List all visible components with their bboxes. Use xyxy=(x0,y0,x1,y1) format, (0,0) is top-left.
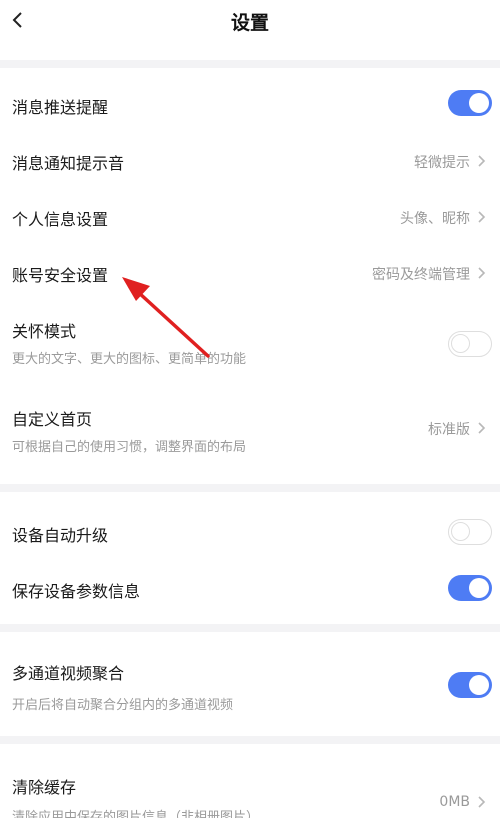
push-alert-label: 消息推送提醒 xyxy=(12,98,109,117)
clear-cache-row[interactable]: 清除缓存 清除应用中保存的图片信息（非相册图片） 0MB xyxy=(0,744,500,818)
custom-home-row[interactable]: 自定义首页 可根据自己的使用习惯，调整界面的布局 标准版 xyxy=(0,380,500,470)
personal-info-label: 个人信息设置 xyxy=(12,210,109,229)
account-security-value: 密码及终端管理 xyxy=(372,267,470,283)
notify-sound-value: 轻微提示 xyxy=(414,155,470,171)
care-mode-toggle[interactable] xyxy=(448,331,492,357)
settings-section-video: 多通道视频聚合 开启后将自动聚合分组内的多通道视频 xyxy=(0,632,500,736)
page-title: 设置 xyxy=(230,12,269,34)
chevron-right-icon xyxy=(478,796,486,808)
settings-section-storage: 清除缓存 清除应用中保存的图片信息（非相册图片） 0MB xyxy=(0,744,500,818)
custom-home-desc: 可根据自己的使用习惯，调整界面的布局 xyxy=(12,440,247,455)
clear-cache-desc: 清除应用中保存的图片信息（非相册图片） xyxy=(12,810,260,818)
settings-section-device: 设备自动升级 保存设备参数信息 xyxy=(0,492,500,624)
auto-upgrade-toggle[interactable] xyxy=(448,519,492,545)
chevron-right-icon xyxy=(478,422,486,434)
chevron-right-icon xyxy=(478,267,486,279)
multi-channel-desc: 开启后将自动聚合分组内的多通道视频 xyxy=(12,698,234,713)
push-alert-row: 消息推送提醒 xyxy=(0,68,500,124)
settings-section-general: 消息推送提醒 消息通知提示音 轻微提示 个人信息设置 头像、昵称 账号安全设置 … xyxy=(0,68,500,484)
chevron-right-icon xyxy=(478,211,486,223)
custom-home-label: 自定义首页 xyxy=(12,410,93,429)
care-mode-row: 关怀模式 更大的文字、更大的图标、更简单的功能 xyxy=(0,292,500,380)
care-mode-label: 关怀模式 xyxy=(12,322,77,341)
multi-channel-label: 多通道视频聚合 xyxy=(12,664,125,683)
account-security-label: 账号安全设置 xyxy=(12,266,109,285)
notify-sound-label: 消息通知提示音 xyxy=(12,154,125,173)
custom-home-value: 标准版 xyxy=(428,422,470,438)
multi-channel-toggle[interactable] xyxy=(448,672,492,698)
personal-info-value: 头像、昵称 xyxy=(400,211,470,227)
auto-upgrade-row: 设备自动升级 xyxy=(0,492,500,548)
save-params-label: 保存设备参数信息 xyxy=(12,582,141,601)
auto-upgrade-label: 设备自动升级 xyxy=(12,526,109,545)
clear-cache-label: 清除缓存 xyxy=(12,778,77,797)
push-alert-toggle[interactable] xyxy=(448,90,492,116)
multi-channel-row: 多通道视频聚合 开启后将自动聚合分组内的多通道视频 xyxy=(0,632,500,736)
chevron-right-icon xyxy=(478,155,486,167)
clear-cache-value: 0MB xyxy=(439,794,470,810)
care-mode-desc: 更大的文字、更大的图标、更简单的功能 xyxy=(12,352,247,367)
save-params-row: 保存设备参数信息 xyxy=(0,548,500,604)
notify-sound-row[interactable]: 消息通知提示音 轻微提示 xyxy=(0,124,500,180)
account-security-row[interactable]: 账号安全设置 密码及终端管理 xyxy=(0,236,500,292)
header: 设置 xyxy=(0,0,500,60)
save-params-toggle[interactable] xyxy=(448,575,492,601)
personal-info-row[interactable]: 个人信息设置 头像、昵称 xyxy=(0,180,500,236)
